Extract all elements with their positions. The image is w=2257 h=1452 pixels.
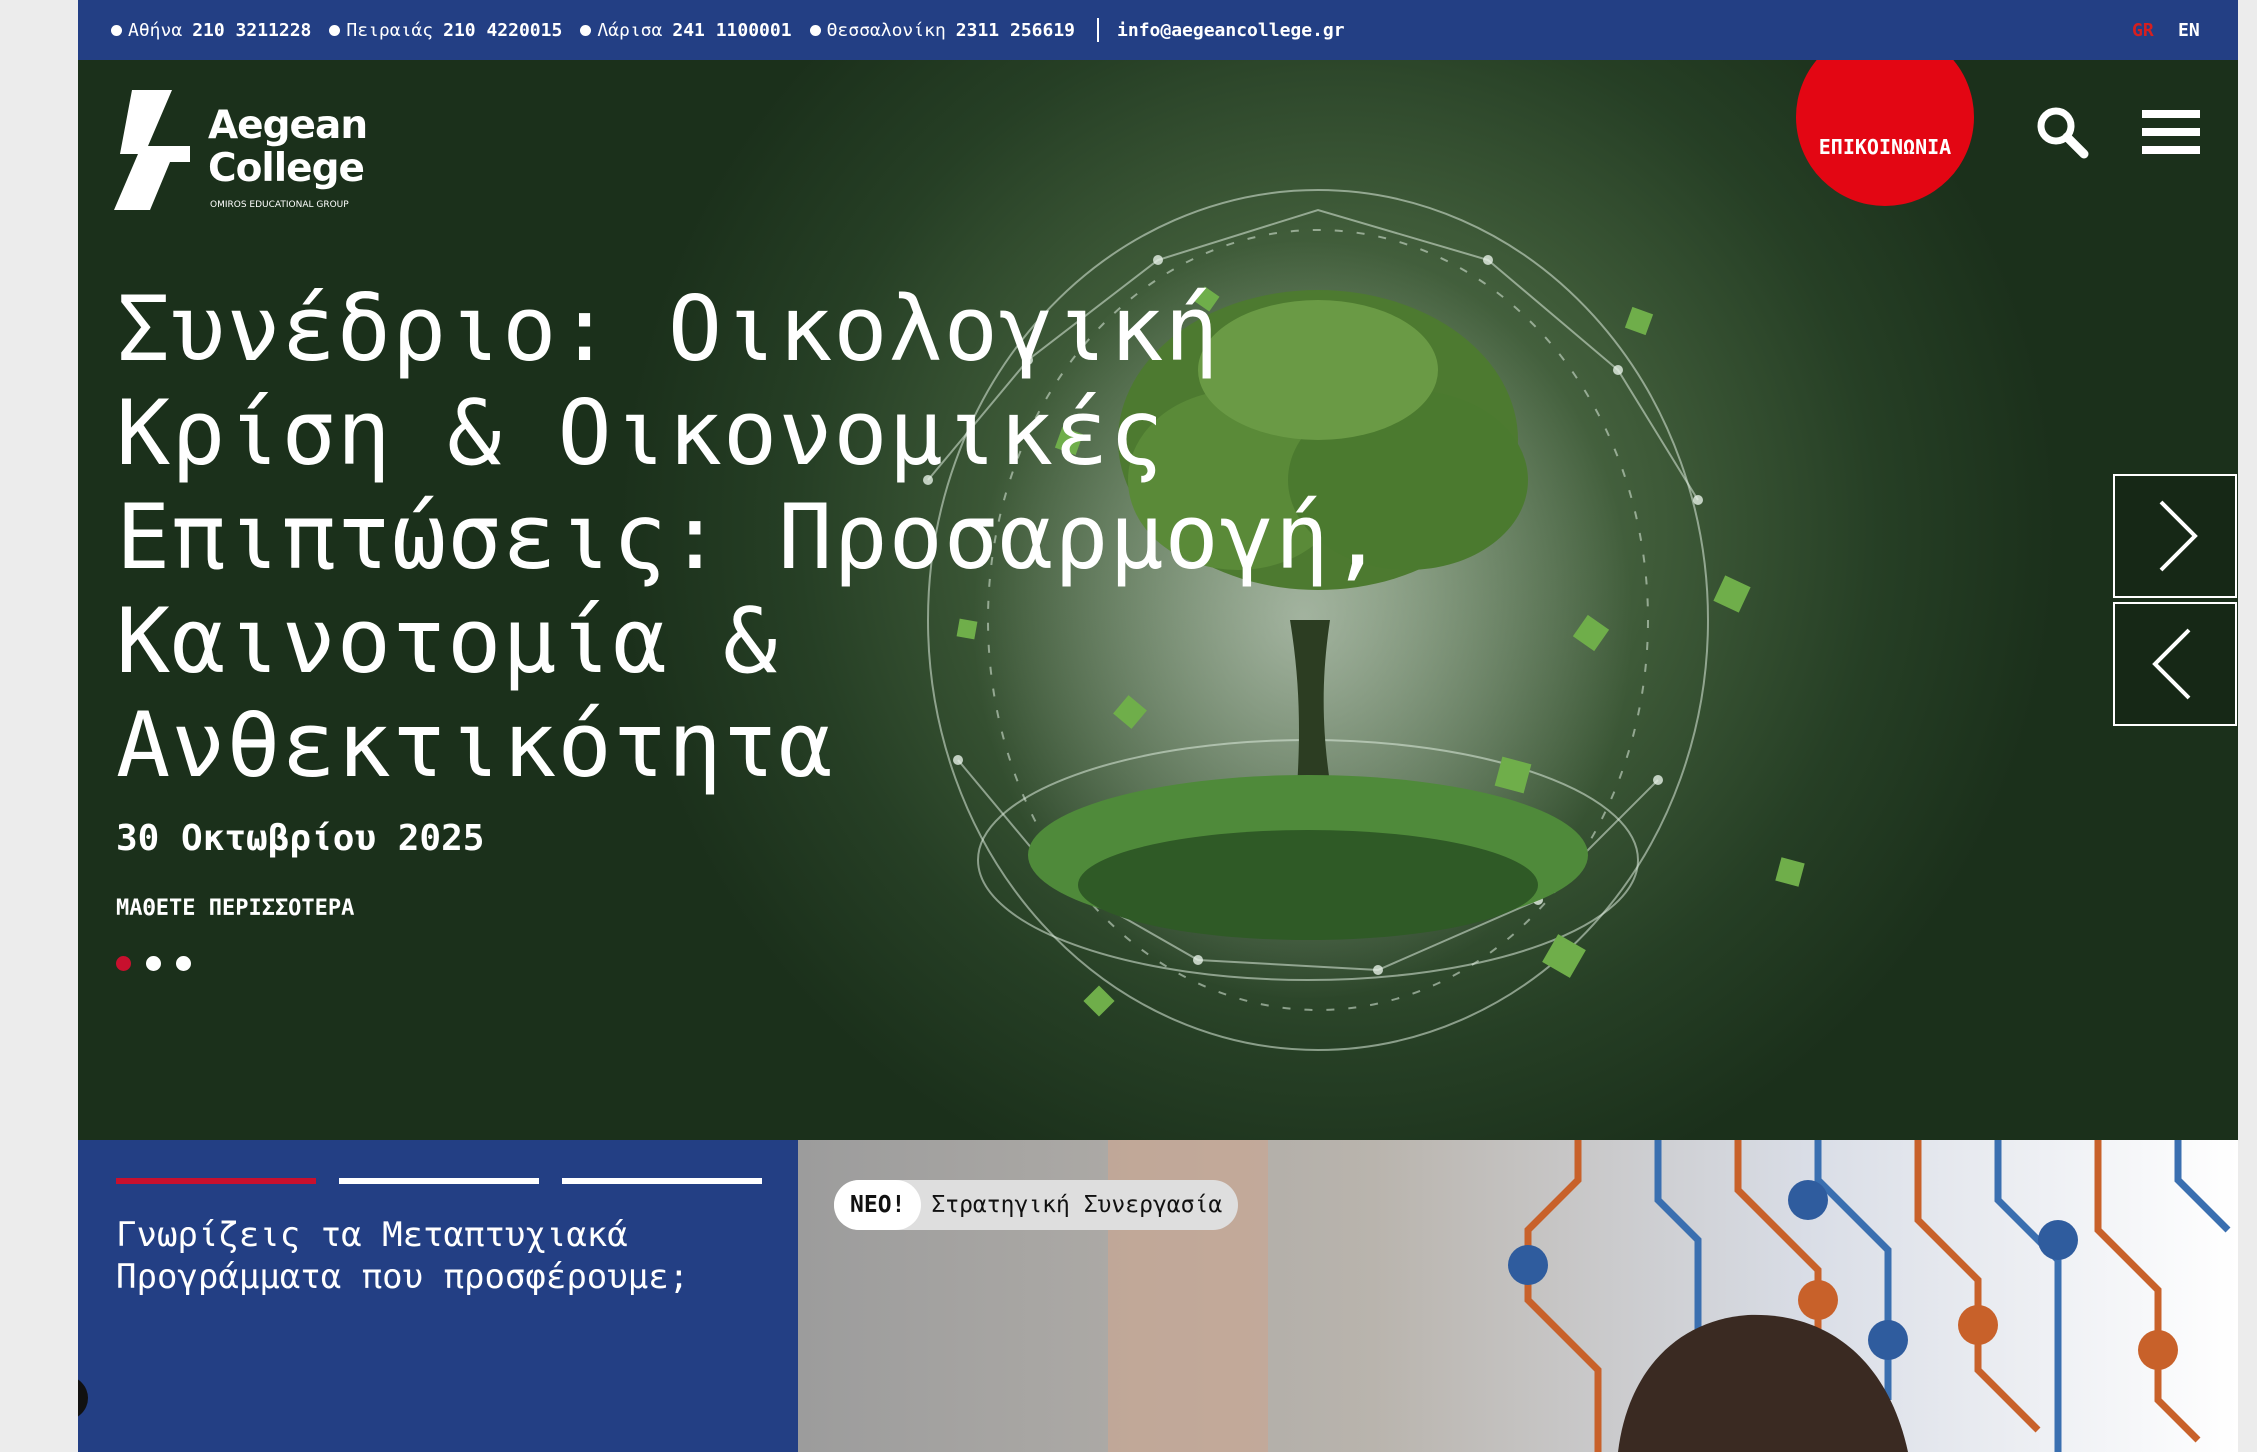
slider-dot[interactable] <box>116 956 131 971</box>
slider-dots <box>116 956 206 971</box>
contact-phone[interactable]: 241 1100001 <box>672 20 791 41</box>
logo-line-1: Aegean <box>208 103 368 148</box>
hamburger-menu-icon[interactable] <box>2142 110 2200 154</box>
progress-bar[interactable] <box>116 1178 316 1184</box>
logo-subtitle: OMIROS EDUCATIONAL GROUP <box>210 200 349 210</box>
next-slide-button[interactable] <box>2113 474 2237 598</box>
contact-larisa[interactable]: Λάρισα 241 1100001 <box>580 19 792 41</box>
contact-phone[interactable]: 210 3211228 <box>192 20 311 41</box>
aegean-college-logo[interactable]: Aegean College OMIROS EDUCATIONAL GROUP <box>114 90 374 220</box>
progress-bar[interactable] <box>339 1178 539 1184</box>
contact-email-link[interactable]: info@aegeancollege.gr <box>1117 20 1345 41</box>
progress-bar[interactable] <box>562 1178 762 1184</box>
menu-bar <box>2142 146 2200 154</box>
programs-question[interactable]: Γνωρίζεις τα Μεταπτυχιακά Προγράμματα πο… <box>116 1214 736 1298</box>
search-button[interactable] <box>2034 104 2090 160</box>
hero-title: Συνέδριο: Οικολογική Κρίση & Οικονομικές… <box>116 277 1386 798</box>
page: Αθήνα 210 3211228 Πειραιάς 210 4220015 Λ… <box>78 0 2238 1452</box>
search-icon <box>2037 107 2089 159</box>
new-badge: ΝΕΟ! <box>834 1180 922 1230</box>
logo-wordmark: Aegean College <box>208 103 368 191</box>
bullet-icon <box>809 24 821 36</box>
menu-bar <box>2142 110 2200 118</box>
contact-piraeus[interactable]: Πειραιάς 210 4220015 <box>329 20 562 41</box>
contact-phone[interactable]: 210 4220015 <box>443 20 562 41</box>
contact-city: Θεσσαλονίκη <box>826 19 946 41</box>
previous-slide-button[interactable] <box>2113 602 2237 726</box>
hero-slider: Aegean College OMIROS EDUCATIONAL GROUP … <box>78 60 2238 1140</box>
bullet-icon <box>580 24 592 36</box>
menu-bar <box>2142 128 2200 136</box>
bullet-icon <box>111 24 122 36</box>
contact-city: Πειραιάς <box>346 19 434 41</box>
chevron-right-icon <box>2159 500 2198 572</box>
language-gr-link[interactable]: GR <box>2132 0 2154 60</box>
partnership-panel[interactable]: ΝΕΟ! Στρατηγική Συνεργασία <box>798 1140 2238 1452</box>
top-contact-bar: Αθήνα 210 3211228 Πειραιάς 210 4220015 Λ… <box>78 0 2238 60</box>
contact-list: Αθήνα 210 3211228 Πειραιάς 210 4220015 Λ… <box>111 0 1345 60</box>
hero-date: 30 Οκτωβρίου 2025 <box>116 818 485 859</box>
partnership-badge[interactable]: ΝΕΟ! Στρατηγική Συνεργασία <box>834 1180 1239 1230</box>
language-en-link[interactable]: EN <box>2178 0 2200 60</box>
learn-more-link[interactable]: ΜΑΘΕΤΕ ΠΕΡΙΣΣΟΤΕΡΑ <box>116 896 354 921</box>
contact-city: Αθήνα <box>128 19 183 41</box>
logo-bolt-icon <box>114 90 190 210</box>
panel-progress-bars <box>116 1178 785 1184</box>
bullet-icon <box>329 24 341 36</box>
logo-line-2: College <box>208 146 365 191</box>
programs-panel[interactable]: Γνωρίζεις τα Μεταπτυχιακά Προγράμματα πο… <box>78 1140 798 1452</box>
contact-athens[interactable]: Αθήνα 210 3211228 <box>111 20 311 41</box>
chevron-left-icon <box>2152 628 2191 700</box>
slider-dot[interactable] <box>176 956 191 971</box>
contact-thessaloniki[interactable]: Θεσσαλονίκη 2311 256619 <box>809 19 1075 41</box>
divider <box>1097 18 1100 42</box>
slider-dot[interactable] <box>146 956 161 971</box>
contact-city: Λάρισα <box>597 19 663 41</box>
badge-text: Στρατηγική Συνεργασία <box>931 1192 1223 1218</box>
contact-phone[interactable]: 2311 256619 <box>956 20 1075 41</box>
